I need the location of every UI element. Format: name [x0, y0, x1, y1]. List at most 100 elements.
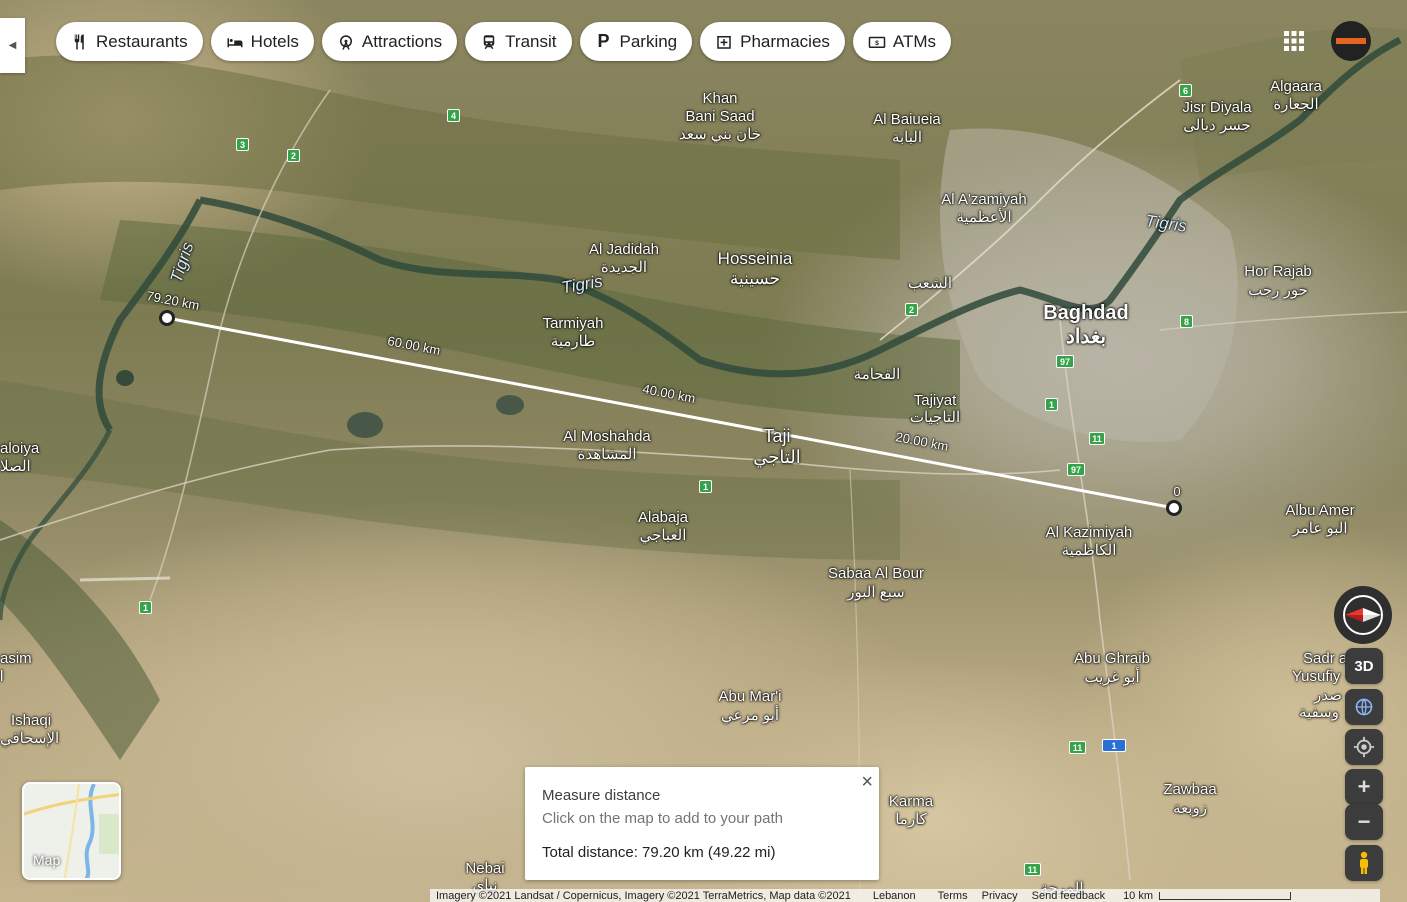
place-baghdad[interactable]: Baghdad: [1043, 302, 1129, 325]
fork-knife-icon: [70, 32, 90, 52]
place-bani-saad[interactable]: Bani Saad: [685, 108, 754, 125]
chip-hotels[interactable]: Hotels: [210, 22, 314, 61]
place-abu-mari[interactable]: Abu Mar'i: [719, 688, 782, 705]
compass-icon: [1343, 595, 1383, 635]
road-shield: 97: [1067, 463, 1085, 476]
place-albu-amer[interactable]: Albu Amer: [1285, 502, 1354, 519]
chip-label: Attractions: [361, 31, 443, 51]
place-sadr[interactable]: Sadr a: [1303, 650, 1347, 667]
place-asim-2: l: [0, 668, 4, 685]
measure-end-point[interactable]: [1166, 500, 1182, 516]
place-al-baiueia-ar: البابة: [891, 129, 923, 146]
chip-label: Transit: [505, 31, 557, 51]
place-sabaa-al-bour-ar: سبع البور: [847, 584, 905, 601]
apps-grid-icon[interactable]: [1283, 30, 1305, 52]
measure-total-distance: Total distance: 79.20 km (49.22 mi): [542, 844, 776, 861]
place-abu-ghraib-ar: أبو غريب: [1084, 669, 1140, 686]
place-khan[interactable]: Khan: [702, 90, 737, 107]
chip-attractions[interactable]: Attractions: [321, 22, 458, 61]
terms-link[interactable]: Terms: [938, 890, 968, 902]
place-zawbaa[interactable]: Zawbaa: [1163, 781, 1216, 798]
zoom-out-button[interactable]: −: [1345, 804, 1383, 840]
place-alabaja[interactable]: Alabaja: [638, 509, 688, 526]
measure-title: Measure distance: [542, 787, 661, 804]
train-icon: [479, 32, 499, 52]
category-chip-bar: Restaurants Hotels Attractions Transit P…: [56, 22, 952, 61]
chip-parking[interactable]: P Parking: [579, 22, 693, 61]
place-ishaqi-ar: الإسحاقي: [0, 730, 60, 747]
road-shield: 11: [1024, 863, 1041, 876]
account-avatar[interactable]: [1331, 21, 1371, 61]
place-fahhama-ar[interactable]: الفحامة: [854, 366, 901, 383]
chip-label: Parking: [619, 31, 678, 51]
place-algaara[interactable]: Algaara: [1270, 78, 1322, 95]
place-taji[interactable]: Taji: [763, 427, 790, 445]
measure-distance-card: Measure distance Click on the map to add…: [525, 767, 879, 880]
place-al-azamiyah-ar: الأعظمية: [956, 209, 1012, 226]
street-view-pegman-button[interactable]: [1345, 845, 1383, 881]
place-alabaja-ar: العباجي: [639, 527, 687, 544]
layer-switcher-minimap[interactable]: Map: [22, 782, 121, 880]
road-shield: 3: [236, 138, 249, 151]
place-al-azamiyah[interactable]: Al A'zamiyah: [941, 191, 1026, 208]
compass-button[interactable]: [1334, 586, 1392, 644]
place-sabaa-al-bour[interactable]: Sabaa Al Bour: [828, 565, 924, 582]
parking-icon: P: [597, 31, 610, 51]
three-d-label: 3D: [1354, 657, 1374, 675]
place-shaab-ar[interactable]: الشعب: [908, 275, 952, 292]
place-asim[interactable]: asim: [0, 650, 32, 667]
place-yusufiy: Yusufiy: [1292, 668, 1341, 685]
chip-label: Restaurants: [96, 31, 188, 51]
place-aloiya[interactable]: aloiya: [0, 440, 39, 457]
place-jisr-diyala[interactable]: Jisr Diyala: [1182, 99, 1251, 116]
country-link[interactable]: Lebanon: [873, 890, 916, 902]
place-al-baiueia[interactable]: Al Baiueia: [873, 111, 941, 128]
minus-icon: −: [1357, 809, 1371, 834]
road-shield: 11: [1089, 432, 1105, 445]
place-hosseinia-ar: حسينية: [729, 269, 781, 288]
place-albu-amer-ar: البو عامر: [1292, 520, 1348, 537]
measure-start-point[interactable]: [159, 310, 175, 326]
chip-transit[interactable]: Transit: [465, 22, 572, 61]
privacy-link[interactable]: Privacy: [982, 890, 1018, 902]
place-karma[interactable]: Karma: [889, 793, 933, 810]
close-icon[interactable]: ×: [861, 771, 873, 794]
place-yusufiy-ar: وسفية: [1299, 704, 1339, 721]
chip-pharmacies[interactable]: Pharmacies: [700, 22, 845, 61]
plus-icon: +: [1357, 774, 1371, 799]
road-shield: 8: [1180, 315, 1193, 328]
scale-bar[interactable]: [1159, 891, 1292, 900]
zoom-in-button[interactable]: +: [1345, 769, 1383, 805]
place-al-kazimiyah[interactable]: Al Kazimiyah: [1046, 524, 1133, 541]
place-nebai[interactable]: Nebai: [465, 860, 504, 877]
collapse-panel-button[interactable]: ◀: [0, 18, 25, 73]
bed-icon: [225, 32, 245, 52]
place-al-moshahda-ar: المشاهدة: [577, 446, 637, 463]
globe-view-button[interactable]: [1345, 689, 1383, 725]
send-feedback-link[interactable]: Send feedback: [1032, 890, 1105, 902]
toggle-3d-button[interactable]: 3D: [1345, 648, 1383, 684]
place-tarmiyah[interactable]: Tarmiyah: [543, 315, 604, 332]
chip-restaurants[interactable]: Restaurants: [56, 22, 203, 61]
globe-icon: [1355, 698, 1373, 716]
place-al-jadidah-ar: الجديدة: [600, 259, 648, 276]
place-ishaqi[interactable]: Ishaqi: [11, 712, 51, 729]
place-hor-rajab[interactable]: Hor Rajab: [1244, 263, 1312, 280]
svg-text:$: $: [875, 40, 879, 47]
chip-atms[interactable]: $ ATMs: [852, 22, 952, 61]
place-abu-ghraib[interactable]: Abu Ghraib: [1074, 650, 1150, 667]
my-location-button[interactable]: [1345, 729, 1383, 765]
road-shield: 2: [905, 303, 918, 316]
place-hosseinia[interactable]: Hosseinia: [718, 250, 793, 267]
place-baghdad-ar: بغداد: [1065, 326, 1107, 348]
place-taji-ar: التاجي: [753, 447, 801, 467]
place-tajiyat[interactable]: Tajiyat: [914, 392, 957, 409]
place-karma-ar: كارما: [895, 811, 927, 828]
place-al-jadidah[interactable]: Al Jadidah: [589, 241, 659, 258]
chip-label: Hotels: [250, 31, 299, 51]
place-al-moshahda[interactable]: Al Moshahda: [563, 428, 651, 445]
scale-label[interactable]: 10 km: [1123, 890, 1153, 902]
road-shield: 4: [447, 109, 460, 122]
road-shield: 6: [1179, 84, 1192, 97]
pegman-icon: [1360, 851, 1368, 874]
